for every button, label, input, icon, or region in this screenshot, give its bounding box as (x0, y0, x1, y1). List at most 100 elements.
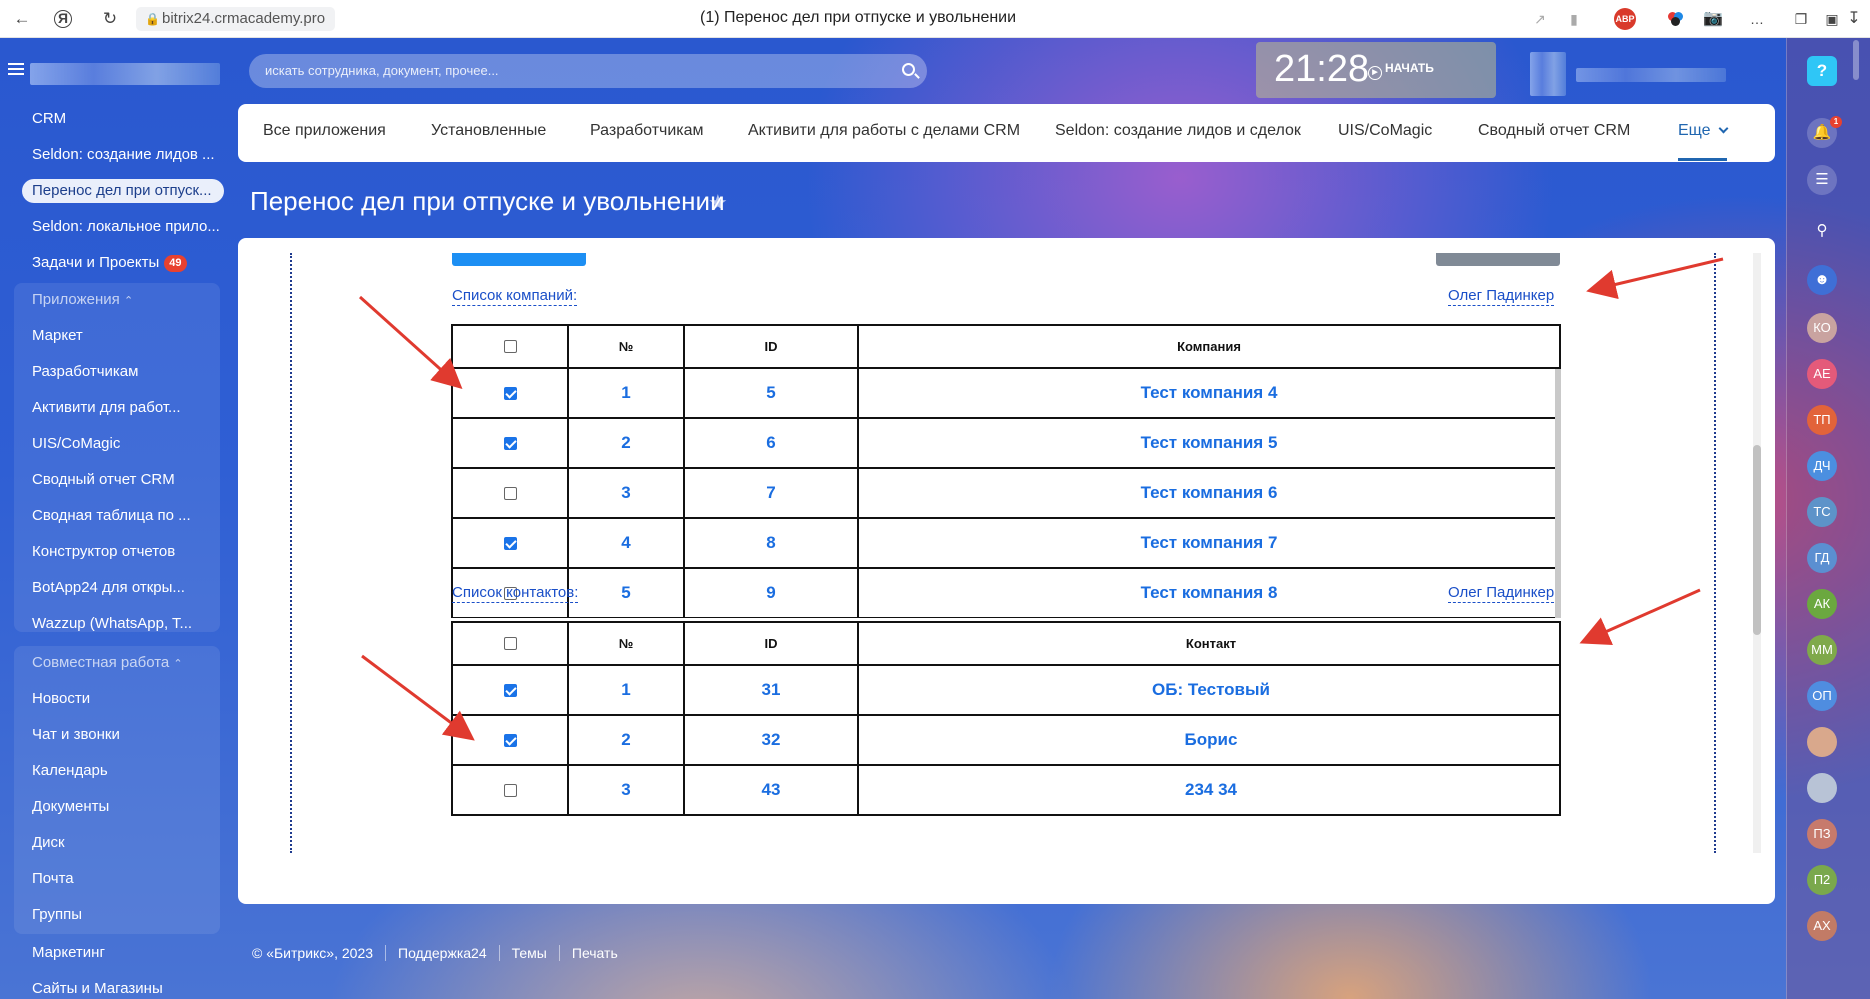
companies-user-link[interactable]: Олег Падинкер (1448, 287, 1555, 306)
row-name[interactable]: 234 34 (859, 766, 1561, 814)
tab-crm-report[interactable]: Сводный отчет CRM (1478, 122, 1630, 140)
footer-support-link[interactable]: Поддержка24 (385, 945, 499, 961)
menu-item-market[interactable]: Маркет (32, 324, 83, 348)
row-checkbox[interactable] (503, 386, 517, 400)
row-num[interactable]: 5 (569, 569, 685, 617)
help-button[interactable]: ? (1807, 56, 1837, 86)
primary-button[interactable] (452, 253, 586, 266)
row-id[interactable]: 7 (685, 469, 859, 517)
group-chat-icon[interactable]: ☻ (1807, 265, 1837, 295)
menu-item-seldon-local[interactable]: Seldon: локальное прило... (32, 215, 220, 239)
row-name[interactable]: Тест компания 7 (859, 519, 1559, 567)
tab-more[interactable]: Еще (1678, 122, 1729, 161)
contacts-list-label[interactable]: Список контактов: (452, 584, 579, 603)
chat-icon[interactable]: ☰ (1807, 165, 1837, 195)
user-avatar[interactable] (1807, 773, 1837, 803)
menu-item-news[interactable]: Новости (32, 687, 90, 711)
apps-group-title[interactable]: Приложения ⌃ (32, 288, 133, 312)
user-avatar[interactable]: ТС (1807, 497, 1837, 527)
menu-item-activity[interactable]: Активити для работ... (32, 396, 181, 420)
user-avatar[interactable] (1807, 727, 1837, 757)
table-row[interactable]: 3 43 234 34 (451, 766, 1561, 816)
row-id[interactable]: 8 (685, 519, 859, 567)
user-avatar[interactable]: АЕ (1807, 359, 1837, 389)
menu-item-developers[interactable]: Разработчикам (32, 360, 138, 384)
menu-item-transfer-active[interactable]: Перенос дел при отпуск... (22, 179, 224, 203)
table-row[interactable]: 2 32 Борис (451, 716, 1561, 766)
menu-item-pivot[interactable]: Сводная таблица по ... (32, 504, 191, 528)
select-all-checkbox[interactable] (503, 340, 517, 353)
user-avatar[interactable]: ГД (1807, 543, 1837, 573)
secondary-button[interactable] (1436, 253, 1560, 266)
tab-uis[interactable]: UIS/CoMagic (1338, 122, 1432, 140)
menu-burger-icon[interactable] (8, 63, 24, 75)
row-name[interactable]: Тест компания 4 (859, 369, 1559, 417)
table-row[interactable]: 5 9 Тест компания 8 (451, 569, 1561, 618)
row-name[interactable]: Борис (859, 716, 1561, 764)
row-num[interactable]: 1 (569, 666, 685, 714)
row-num[interactable]: 1 (569, 369, 685, 417)
menu-item-marketing[interactable]: Маркетинг (32, 941, 105, 965)
table-row[interactable]: 3 7 Тест компания 6 (451, 469, 1561, 519)
user-avatar[interactable]: ДЧ (1807, 451, 1837, 481)
row-num[interactable]: 2 (569, 419, 685, 467)
row-name[interactable]: Тест компания 5 (859, 419, 1559, 467)
menu-item-calendar[interactable]: Календарь (32, 759, 108, 783)
menu-item-seldon-leads[interactable]: Seldon: создание лидов ... (32, 143, 215, 167)
table-scrollbar[interactable] (1555, 369, 1561, 618)
row-checkbox[interactable] (503, 733, 517, 747)
user-avatar[interactable]: ПЗ (1807, 819, 1837, 849)
row-checkbox[interactable] (503, 683, 517, 697)
menu-item-mail[interactable]: Почта (32, 867, 74, 891)
tab-all-apps[interactable]: Все приложения (263, 122, 386, 140)
row-num[interactable]: 4 (569, 519, 685, 567)
menu-item-groups[interactable]: Группы (32, 903, 82, 927)
user-avatar[interactable]: АК (1807, 589, 1837, 619)
row-id[interactable]: 5 (685, 369, 859, 417)
scrollbar-thumb[interactable] (1753, 445, 1761, 635)
row-name[interactable]: Тест компания 6 (859, 469, 1559, 517)
start-workday-button[interactable]: ▶ НАЧАТЬ (1368, 61, 1434, 80)
menu-item-chat[interactable]: Чат и звонки (32, 723, 120, 747)
collections-icon[interactable]: ❐ (1789, 7, 1813, 31)
row-checkbox[interactable] (503, 486, 517, 500)
menu-item-wazzup[interactable]: Wazzup (WhatsApp, T... (32, 612, 192, 636)
row-checkbox[interactable] (503, 436, 517, 450)
menu-item-uis[interactable]: UIS/CoMagic (32, 432, 120, 456)
table-row[interactable]: 1 31 ОБ: Тестовый (451, 666, 1561, 716)
search-bar[interactable]: искать сотрудника, документ, прочее... (249, 54, 927, 88)
user-avatar[interactable]: АХ (1807, 911, 1837, 941)
row-id[interactable]: 32 (685, 716, 859, 764)
download-icon[interactable]: ↧ (1842, 7, 1866, 31)
menu-item-documents[interactable]: Документы (32, 795, 109, 819)
tab-activity[interactable]: Активити для работы с делами CRM (748, 122, 1020, 140)
address-bar[interactable]: 🔒 bitrix24.crmacademy.pro (136, 7, 336, 31)
menu-item-crm-report[interactable]: Сводный отчет CRM (32, 468, 175, 492)
back-icon[interactable]: ← (10, 7, 34, 31)
tab-developers[interactable]: Разработчикам (590, 122, 704, 140)
right-scrollbar[interactable] (1853, 40, 1859, 80)
search-icon[interactable]: ⚲ (1807, 216, 1837, 246)
more-icon[interactable]: … (1745, 7, 1769, 31)
adblock-icon[interactable]: ABP (1614, 8, 1636, 30)
tabs-icon[interactable]: ▣ (1820, 7, 1844, 31)
tab-installed[interactable]: Установленные (431, 122, 546, 140)
row-id[interactable]: 31 (685, 666, 859, 714)
footer-print-link[interactable]: Печать (558, 945, 630, 961)
row-name[interactable]: ОБ: Тестовый (859, 666, 1561, 714)
row-num[interactable]: 2 (569, 716, 685, 764)
row-id[interactable]: 6 (685, 419, 859, 467)
row-checkbox[interactable] (503, 783, 517, 797)
yandex-icon[interactable]: Я (54, 10, 72, 28)
menu-item-disk[interactable]: Диск (32, 831, 65, 855)
user-avatar[interactable]: ММ (1807, 635, 1837, 665)
portal-logo[interactable] (30, 63, 220, 85)
user-avatar[interactable]: КО (1807, 313, 1837, 343)
content-scrollbar[interactable] (1753, 253, 1761, 853)
search-input[interactable]: искать сотрудника, документ, прочее... (265, 54, 499, 88)
menu-item-crm[interactable]: CRM (32, 107, 66, 131)
collab-group-title[interactable]: Совместная работа ⌃ (32, 651, 183, 675)
select-all-checkbox[interactable] (503, 637, 517, 650)
workday-timer[interactable]: 21:28 ▶ НАЧАТЬ (1256, 42, 1496, 98)
contacts-user-link[interactable]: Олег Падинкер (1448, 584, 1555, 603)
